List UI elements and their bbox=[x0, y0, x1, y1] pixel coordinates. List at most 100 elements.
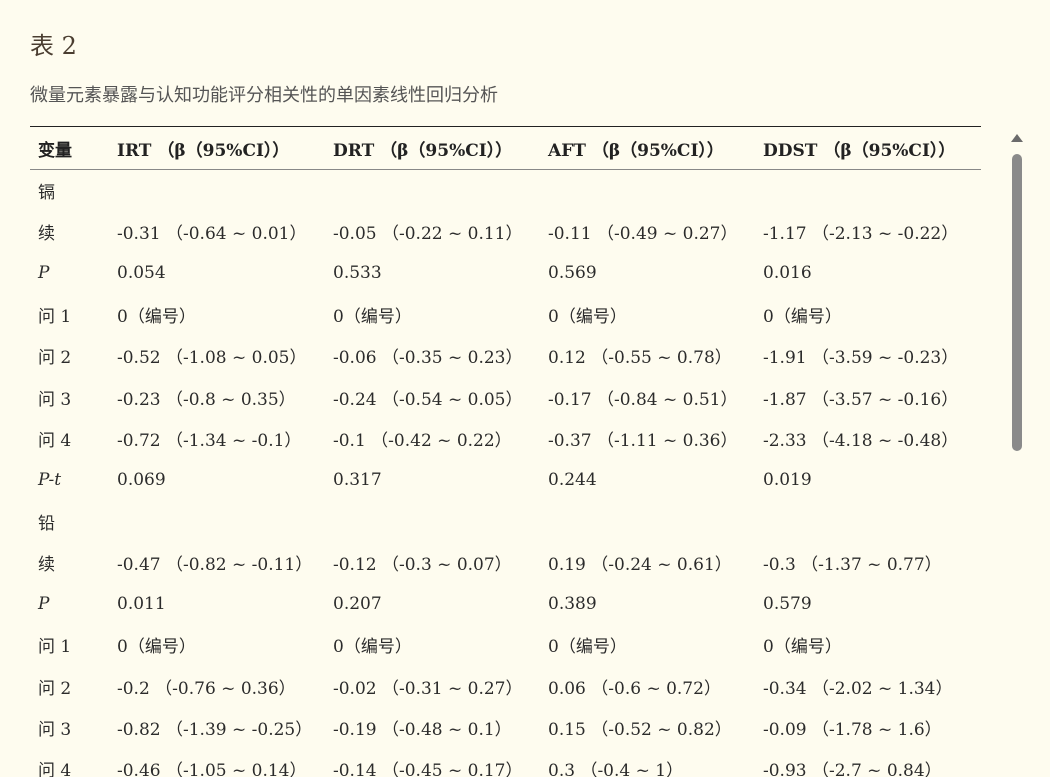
cell-ddst: -0.34 （-2.02 ~ 1.34） bbox=[763, 678, 953, 699]
header-row: 变量 IRT （β（95%CI）） DRT （β（95%CI）） AFT （β（… bbox=[30, 126, 981, 170]
cell-irt: -0.82 （-1.39 ~ -0.25） bbox=[117, 720, 313, 740]
table-row: 问 1 0（编号） 0（编号） 0（编号） 0（编号） bbox=[30, 294, 981, 335]
cell-drt: -0.02 （-0.31 ~ 0.27） bbox=[333, 678, 523, 699]
cell-aft: 0.389 bbox=[548, 593, 597, 614]
cell-variable: 铅 bbox=[38, 513, 55, 534]
cell-ddst: 0.019 bbox=[763, 469, 812, 490]
table-row: P-t 0.069 0.317 0.244 0.019 bbox=[30, 459, 981, 500]
cell-ddst: -1.91 （-3.59 ~ -0.23） bbox=[763, 348, 959, 369]
cell-irt: 0.054 bbox=[117, 263, 166, 284]
scroll-up-arrow-icon[interactable] bbox=[1011, 134, 1023, 142]
cell-ddst bbox=[755, 170, 981, 212]
cell-ddst: -0.3 （-1.37 ~ 0.77） bbox=[763, 554, 942, 575]
header-variable: 变量 bbox=[30, 126, 109, 170]
document-page: 表 2 微量元素暴露与认知功能评分相关性的单因素线性回归分析 变量 IRT （β… bbox=[0, 0, 1050, 777]
table-row: 问 3 -0.82 （-1.39 ~ -0.25） -0.19 （-0.48 ~ 0… bbox=[30, 707, 981, 748]
table-caption: 微量元素暴露与认知功能评分相关性的单因素线性回归分析 bbox=[30, 85, 498, 106]
cell-aft: 0.244 bbox=[548, 469, 597, 490]
cell-aft: 0.569 bbox=[548, 263, 597, 284]
table-row: 问 4 -0.46 （-1.05 ~ 0.14） -0.14 （-0.45 ~ 0.… bbox=[30, 748, 981, 777]
cell-drt: -0.14 （-0.45 ~ 0.17） bbox=[333, 761, 523, 777]
cell-ddst: -1.17 （-2.13 ~ -0.22） bbox=[763, 224, 959, 245]
cell-ddst bbox=[755, 500, 981, 541]
cell-drt: -0.19 （-0.48 ~ 0.1） bbox=[333, 720, 512, 740]
cell-ddst: 0.016 bbox=[763, 263, 812, 284]
cell-drt: -0.1 （-0.42 ~ 0.22） bbox=[333, 430, 512, 451]
cell-irt: -0.31 （-0.64 ~ 0.01） bbox=[117, 224, 307, 245]
cell-drt bbox=[325, 170, 540, 212]
cell-irt: 0.011 bbox=[117, 593, 166, 614]
cell-drt: 0（编号） bbox=[333, 307, 412, 328]
cell-drt bbox=[325, 500, 540, 541]
header-drt: DRT （β（95%CI）） bbox=[325, 126, 540, 170]
cell-drt: 0.317 bbox=[333, 469, 382, 490]
cell-aft: -0.17 （-0.84 ~ 0.51） bbox=[548, 389, 738, 410]
cell-aft bbox=[540, 500, 755, 541]
cell-variable: 问 1 bbox=[38, 307, 72, 328]
cell-ddst: 0（编号） bbox=[763, 307, 842, 328]
cell-aft bbox=[540, 170, 755, 212]
table-row: 铅 bbox=[30, 500, 981, 541]
table-header: 变量 IRT （β（95%CI）） DRT （β（95%CI）） AFT （β（… bbox=[30, 126, 981, 170]
table-row: 续 -0.31 （-0.64 ~ 0.01） -0.05 （-0.22 ~ 0.11… bbox=[30, 211, 981, 252]
cell-irt: -0.52 （-1.08 ~ 0.05） bbox=[117, 348, 307, 369]
cell-ddst: -0.09 （-1.78 ~ 1.6） bbox=[763, 720, 942, 740]
cell-variable: P bbox=[38, 263, 50, 284]
cell-aft: 0.12 （-0.55 ~ 0.78） bbox=[548, 348, 732, 369]
cell-variable: 问 3 bbox=[38, 389, 72, 410]
cell-ddst: 0.579 bbox=[763, 593, 812, 614]
cell-drt: 0.533 bbox=[333, 263, 382, 284]
table-row: 问 1 0（编号） 0（编号） 0（编号） 0（编号） bbox=[30, 624, 981, 665]
cell-drt: 0（编号） bbox=[333, 637, 412, 658]
cell-irt: 0（编号） bbox=[117, 637, 196, 658]
cell-drt: 0.207 bbox=[333, 593, 382, 614]
table-row: 问 2 -0.2 （-0.76 ~ 0.36） -0.02 （-0.31 ~ 0.2… bbox=[30, 666, 981, 707]
cell-variable: 续 bbox=[38, 224, 55, 245]
cell-ddst: -0.93 （-2.7 ~ 0.84） bbox=[763, 761, 942, 777]
table-row: P 0.011 0.207 0.389 0.579 bbox=[30, 583, 981, 624]
cell-aft: -0.11 （-0.49 ~ 0.27） bbox=[548, 224, 738, 245]
header-ddst: DDST （β（95%CI）） bbox=[755, 126, 981, 170]
cell-irt: -0.2 （-0.76 ~ 0.36） bbox=[117, 678, 296, 699]
cell-aft: 0.06 （-0.6 ~ 0.72） bbox=[548, 678, 721, 699]
cell-aft: 0.15 （-0.52 ~ 0.82） bbox=[548, 720, 732, 740]
table-row: 问 2 -0.52 （-1.08 ~ 0.05） -0.06 （-0.35 ~ 0.… bbox=[30, 335, 981, 376]
table-container: 变量 IRT （β（95%CI）） DRT （β（95%CI）） AFT （β（… bbox=[30, 126, 981, 777]
cell-irt: 0（编号） bbox=[117, 307, 196, 328]
cell-variable: 问 4 bbox=[38, 761, 72, 777]
regression-table: 变量 IRT （β（95%CI）） DRT （β（95%CI）） AFT （β（… bbox=[30, 126, 981, 777]
cell-variable: 问 3 bbox=[38, 720, 72, 740]
cell-irt: -0.72 （-1.34 ~ -0.1） bbox=[117, 430, 302, 451]
table-row: 续 -0.47 （-0.82 ~ -0.11） -0.12 （-0.3 ~ 0.07… bbox=[30, 542, 981, 583]
cell-variable: P bbox=[38, 593, 50, 614]
cell-drt: -0.12 （-0.3 ~ 0.07） bbox=[333, 554, 512, 575]
cell-drt: -0.24 （-0.54 ~ 0.05） bbox=[333, 389, 523, 410]
cell-variable: 镉 bbox=[38, 183, 55, 204]
cell-irt: -0.23 （-0.8 ~ 0.35） bbox=[117, 389, 296, 410]
cell-variable: 续 bbox=[38, 554, 55, 575]
cell-variable: 问 2 bbox=[38, 348, 72, 369]
cell-variable: 问 1 bbox=[38, 637, 72, 658]
cell-variable: 问 4 bbox=[38, 430, 72, 451]
cell-aft: 0（编号） bbox=[548, 637, 627, 658]
cell-irt bbox=[109, 500, 325, 541]
table-body: 镉续 -0.31 （-0.64 ~ 0.01） -0.05 （-0.22 ~ 0.1… bbox=[30, 170, 981, 777]
cell-variable: 问 2 bbox=[38, 678, 72, 699]
table-row: 问 4 -0.72 （-1.34 ~ -0.1） -0.1 （-0.42 ~ 0.2… bbox=[30, 418, 981, 459]
header-irt: IRT （β（95%CI）） bbox=[109, 126, 325, 170]
table-row: 镉 bbox=[30, 170, 981, 212]
cell-irt: -0.46 （-1.05 ~ 0.14） bbox=[117, 761, 307, 777]
cell-drt: -0.06 （-0.35 ~ 0.23） bbox=[333, 348, 523, 369]
vertical-scrollbar[interactable] bbox=[1010, 134, 1024, 777]
cell-variable: P-t bbox=[38, 469, 62, 490]
cell-irt bbox=[109, 170, 325, 212]
table-row: P 0.054 0.533 0.569 0.016 bbox=[30, 253, 981, 294]
header-aft: AFT （β（95%CI）） bbox=[540, 126, 755, 170]
cell-drt: -0.05 （-0.22 ~ 0.11） bbox=[333, 224, 523, 245]
cell-irt: 0.069 bbox=[117, 469, 166, 490]
table-row: 问 3 -0.23 （-0.8 ~ 0.35） -0.24 （-0.54 ~ 0.0… bbox=[30, 376, 981, 417]
cell-aft: 0.3 （-0.4 ~ 1） bbox=[548, 761, 684, 777]
cell-aft: 0（编号） bbox=[548, 307, 627, 328]
table-label: 表 2 bbox=[30, 32, 77, 60]
scrollbar-thumb[interactable] bbox=[1012, 154, 1022, 451]
